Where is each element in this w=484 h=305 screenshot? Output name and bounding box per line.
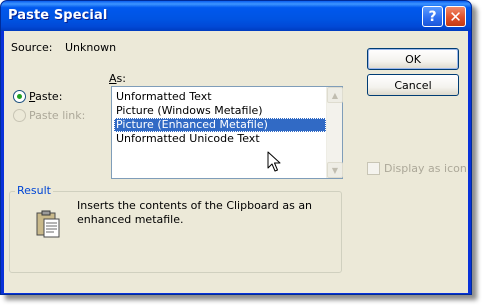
- help-button[interactable]: ?: [422, 6, 443, 27]
- close-icon: ✕: [449, 7, 462, 26]
- paste-link-radio-label[interactable]: Paste link:: [29, 109, 85, 122]
- window-title: Paste Special: [8, 8, 108, 23]
- scroll-up-button[interactable]: ▲: [327, 87, 343, 103]
- paste-label-text: aste:: [35, 90, 63, 103]
- paste-link-radio[interactable]: [13, 109, 26, 122]
- result-description: Inserts the contents of the Clipboard as…: [77, 199, 313, 226]
- ok-button-label: OK: [405, 52, 421, 66]
- paste-radio[interactable]: [13, 90, 26, 103]
- list-item[interactable]: Picture (Windows Metafile): [114, 104, 326, 118]
- clipboard-icon: [36, 210, 60, 238]
- title-bar[interactable]: Paste Special ? ✕: [1, 1, 471, 31]
- mouse-pointer-icon: [267, 151, 281, 172]
- result-groupbox-label: Result: [15, 184, 53, 197]
- help-icon: ?: [428, 8, 437, 25]
- paste-radio-label[interactable]: Paste:: [29, 90, 62, 103]
- scroll-down-button[interactable]: ▼: [327, 162, 343, 178]
- list-item[interactable]: Unformatted Unicode Text: [114, 132, 326, 146]
- listbox-scrollbar[interactable]: ▲ ▼: [326, 87, 343, 178]
- source-value: Unknown: [65, 41, 117, 54]
- paste-special-dialog: Paste Special ? ✕ Source: Unknown As: Pa…: [0, 0, 472, 295]
- as-format-listbox[interactable]: Unformatted Text Picture (Windows Metafi…: [111, 86, 343, 179]
- list-item[interactable]: Unformatted Text: [114, 90, 326, 104]
- cancel-button[interactable]: Cancel: [367, 74, 459, 96]
- ok-button[interactable]: OK: [367, 48, 459, 70]
- list-item-selected[interactable]: Picture (Enhanced Metafile): [114, 118, 326, 132]
- as-label-mnemonic: A: [109, 72, 117, 85]
- display-as-icon-label[interactable]: Display as icon: [384, 162, 467, 175]
- source-label: Source:: [11, 41, 53, 54]
- display-as-icon-checkbox[interactable]: [367, 162, 380, 175]
- scroll-down-arrow-icon: ▼: [331, 165, 339, 175]
- close-button[interactable]: ✕: [445, 6, 466, 27]
- scroll-up-arrow-icon: ▲: [331, 90, 339, 100]
- cancel-button-label: Cancel: [394, 78, 432, 92]
- as-label-text: s:: [116, 72, 126, 85]
- dialog-body: Source: Unknown As: Paste: Paste link: U…: [4, 31, 468, 293]
- as-label: As:: [109, 72, 126, 85]
